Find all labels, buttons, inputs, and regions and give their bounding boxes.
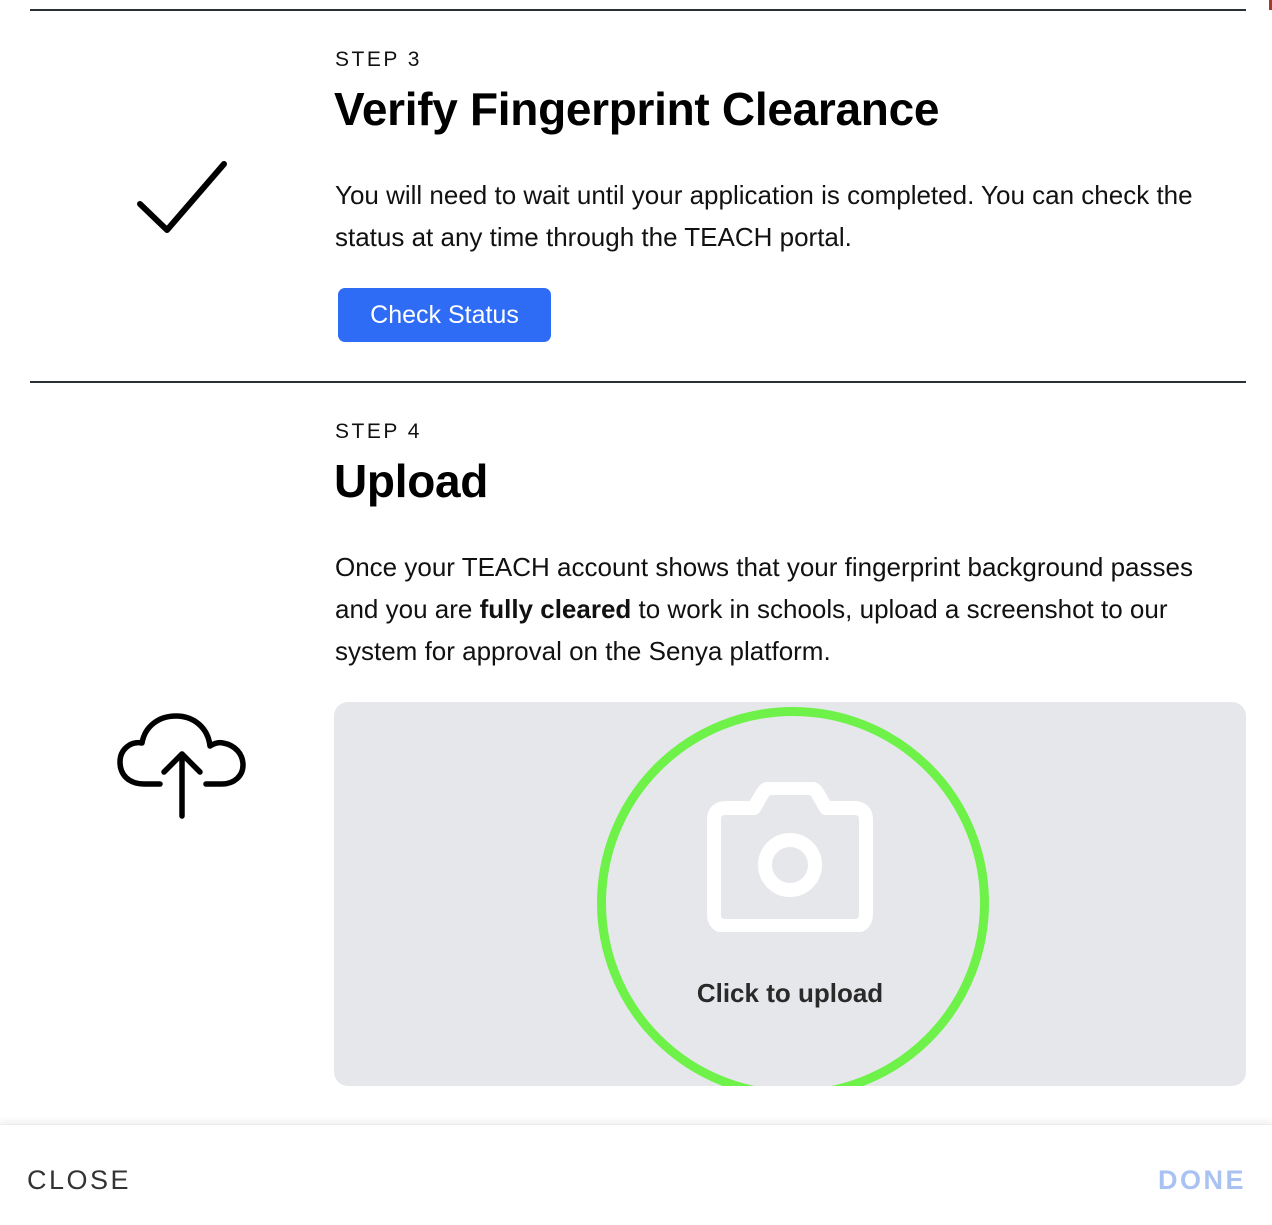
done-button[interactable]: DONE bbox=[1158, 1165, 1246, 1196]
step-3-description: You will need to wait until your applica… bbox=[335, 180, 1193, 252]
step-4-title: Upload bbox=[334, 455, 489, 507]
camera-icon bbox=[707, 782, 873, 932]
step-4-description-emphasis: fully cleared bbox=[479, 594, 632, 624]
step-3-label: STEP 3 bbox=[335, 48, 422, 71]
dialog-footer: CLOSE DONE bbox=[0, 1124, 1272, 1225]
top-divider bbox=[30, 9, 1246, 11]
upload-dropzone[interactable]: Click to upload bbox=[334, 702, 1246, 1086]
check-status-button[interactable]: Check Status bbox=[338, 288, 551, 342]
checkmark-icon bbox=[137, 161, 227, 233]
step-4-label: STEP 4 bbox=[335, 420, 422, 443]
step-divider bbox=[30, 381, 1246, 383]
close-button[interactable]: CLOSE bbox=[27, 1165, 131, 1196]
step-4-description: Once your TEACH account shows that your … bbox=[335, 546, 1215, 672]
cloud-upload-icon bbox=[117, 713, 246, 819]
step-3-title: Verify Fingerprint Clearance bbox=[334, 83, 940, 135]
upload-label: Click to upload bbox=[696, 978, 884, 1008]
